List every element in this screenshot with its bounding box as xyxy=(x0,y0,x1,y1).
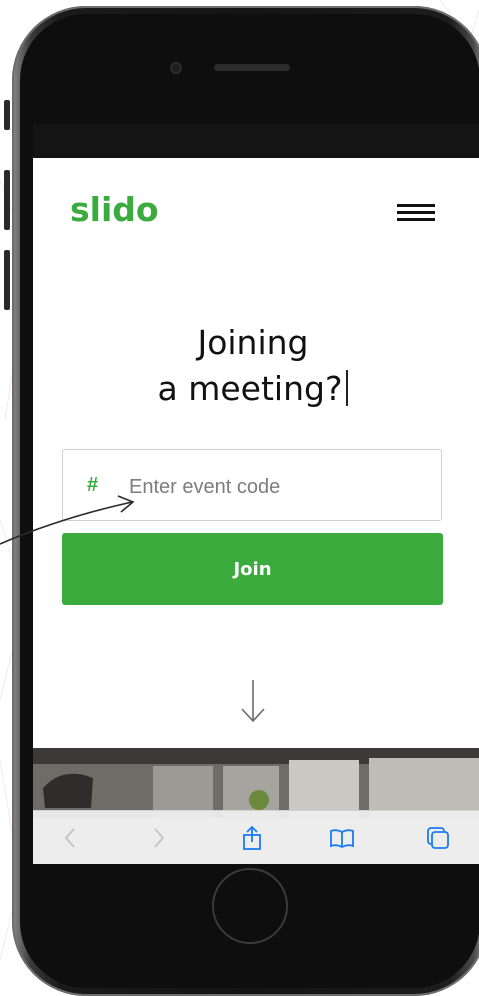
status-bar xyxy=(33,124,479,158)
safari-toolbar xyxy=(33,810,479,864)
event-code-input[interactable] xyxy=(127,472,431,502)
volume-down-button xyxy=(4,250,10,310)
page-headline: Joining a meeting? xyxy=(33,320,473,412)
front-camera xyxy=(170,62,182,74)
mute-switch xyxy=(4,100,10,130)
back-icon[interactable] xyxy=(58,825,84,851)
annotation-arrow xyxy=(0,495,135,545)
slido-logo[interactable]: slido xyxy=(70,190,159,229)
home-button[interactable] xyxy=(212,868,288,944)
arrow-down-icon[interactable] xyxy=(240,678,266,724)
headline-line-1: Joining xyxy=(197,323,309,362)
hamburger-menu-icon[interactable] xyxy=(397,204,437,226)
forward-icon[interactable] xyxy=(145,825,171,851)
hero-photo xyxy=(33,748,479,818)
share-icon[interactable] xyxy=(239,825,265,851)
text-cursor xyxy=(346,370,349,406)
volume-up-button xyxy=(4,170,10,230)
bookmarks-icon[interactable] xyxy=(329,825,355,851)
tabs-icon[interactable] xyxy=(425,825,451,851)
headline-line-2: a meeting? xyxy=(157,369,343,408)
earpiece-speaker xyxy=(214,64,290,71)
